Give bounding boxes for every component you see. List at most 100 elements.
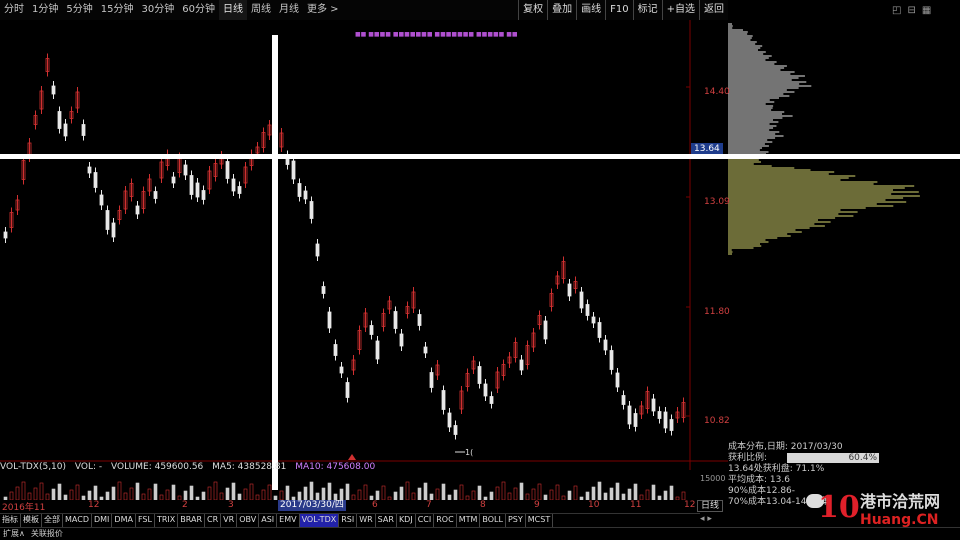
y-tick-2: 13.09 (704, 197, 730, 207)
bottom-tab-0[interactable]: 扩展∧ (0, 528, 28, 540)
info-win-value: 60.4% (787, 453, 880, 463)
grid-icon[interactable]: ▦ (922, 5, 931, 16)
indicator-tab-15[interactable]: RSI (339, 514, 358, 527)
indicator-tab-16[interactable]: WR (357, 514, 376, 527)
indicator-tab-17[interactable]: SAR (376, 514, 397, 527)
indicator-tab-24[interactable]: MCST (526, 514, 554, 527)
volume-bar (33, 487, 38, 500)
tool-button-0[interactable]: 复权 (518, 0, 547, 20)
watermark-name: 港市洽荒网 (860, 492, 941, 511)
volume-bar (327, 482, 332, 500)
low-marker: 1( (465, 448, 473, 457)
candle-body (441, 390, 446, 410)
candle-body (393, 311, 398, 329)
bottom-tab-1[interactable]: 关联报价 (28, 528, 66, 540)
indicator-tab-9[interactable]: CR (205, 514, 222, 527)
tool-button-4[interactable]: 标记 (632, 0, 662, 20)
tool-button-5[interactable]: +自选 (661, 0, 699, 20)
chart-bg (0, 20, 728, 470)
volume-bar (123, 492, 128, 500)
indicator-tab-18[interactable]: KDJ (397, 514, 416, 527)
indicator-tab-0[interactable]: 指标 (0, 514, 21, 527)
day-line-button[interactable]: 日线 (697, 500, 724, 512)
info-title: 成本分布,日期: 2017/03/30 (728, 442, 843, 452)
indicator-tab-11[interactable]: OBV (237, 514, 260, 527)
indicator-tab-5[interactable]: DMA (112, 514, 136, 527)
candle-body (627, 405, 632, 425)
period-2[interactable]: 5分钟 (62, 0, 96, 20)
tool-button-6[interactable]: 返回 (699, 0, 728, 20)
indicator-tab-19[interactable]: CCI (416, 514, 435, 527)
period-toolbar: 分时 1分钟 5分钟 15分钟 30分钟 60分钟 日线 周线 月线 更多 > 复权 叠加 画线 F10… (0, 0, 728, 21)
period-7[interactable]: 周线 (247, 0, 275, 20)
x-label-10: 12 (684, 500, 696, 510)
volume-axis-value: 15000 (700, 474, 726, 483)
candle-body (183, 164, 188, 176)
restore-icon[interactable]: ◰ (892, 5, 901, 16)
volume-bar (669, 485, 674, 500)
indicator-tab-10[interactable]: VR (221, 514, 238, 527)
volume-bar (537, 483, 542, 500)
volume-bar (597, 481, 602, 500)
candle-body (87, 166, 92, 174)
volume-bar (501, 481, 506, 500)
period-4[interactable]: 30分钟 (137, 0, 178, 20)
x-label-7: 9 (534, 500, 540, 510)
period-3[interactable]: 15分钟 (97, 0, 138, 20)
volume-bar (105, 491, 110, 500)
volume-bar (453, 489, 458, 500)
candle-body (447, 412, 452, 428)
volume-ma5: MA5: 438528.81 (212, 462, 287, 472)
info-win-row: 获利比例: 60.4% (728, 453, 960, 464)
tool-button-1[interactable]: 叠加 (547, 0, 576, 20)
candle-body (543, 320, 548, 340)
indicator-tab-1[interactable]: 模板 (21, 514, 42, 527)
x-label-3: 3 (228, 500, 234, 510)
indicator-tab-8[interactable]: BRAR (178, 514, 206, 527)
indicator-tabs: 指标 模板 全部 MACD DMI DMA FSL TRIX BRAR CR VR OBV ASI EMV… (0, 513, 700, 527)
volume-chart[interactable] (0, 474, 690, 500)
candle-body (303, 190, 308, 200)
volume-bar (267, 484, 272, 500)
volume-bar (381, 485, 386, 500)
volume-bar (423, 482, 428, 500)
period-0[interactable]: 分时 (0, 0, 28, 20)
period-9[interactable]: 更多 > (303, 0, 343, 20)
period-8[interactable]: 月线 (275, 0, 303, 20)
indicator-tab-20[interactable]: ROC (434, 514, 457, 527)
indicator-tab-14[interactable]: VOL-TDX (299, 514, 340, 527)
candle-body (669, 419, 674, 431)
volume-ma10: MA10: 475608.00 (295, 462, 376, 472)
indicator-tab-4[interactable]: DMI (92, 514, 113, 527)
period-1[interactable]: 1分钟 (28, 0, 62, 20)
period-5[interactable]: 60分钟 (178, 0, 219, 20)
period-6[interactable]: 日线 (218, 0, 247, 20)
candlestick-chart[interactable]: ■■ ■■■■ ■■■■■■■ ■■■■■■■ ■■■■■ ■■ 1( (0, 20, 728, 470)
split-icon[interactable]: ⊟ (907, 5, 915, 16)
indicator-tab-2[interactable]: 全部 (42, 514, 63, 527)
indicator-tab-13[interactable]: EMV (277, 514, 300, 527)
tab-nav-arrows[interactable]: ◂ ▸ (700, 514, 712, 524)
volume-indicator-label: VOL-TDX(5,10) (0, 462, 67, 472)
indicator-tab-7[interactable]: TRIX (155, 514, 179, 527)
candle-body (615, 372, 620, 388)
candle-body (81, 124, 86, 136)
indicator-tab-3[interactable]: MACD (63, 514, 92, 527)
indicator-tab-12[interactable]: ASI (259, 514, 278, 527)
volume-bar (363, 484, 368, 500)
volume-bar (651, 484, 656, 500)
tool-button-3[interactable]: F10 (605, 0, 632, 20)
volume-bar (165, 489, 170, 500)
candle-body (189, 175, 194, 195)
right-tool-group: 复权 叠加 画线 F10 标记 +自选 返回 (518, 0, 728, 20)
indicator-tab-23[interactable]: PSY (506, 514, 526, 527)
volume-bar (585, 491, 590, 500)
indicator-tab-21[interactable]: MTM (457, 514, 481, 527)
indicator-tab-22[interactable]: BOLL (480, 514, 506, 527)
volume-bar (75, 484, 80, 500)
tool-button-2[interactable]: 画线 (576, 0, 605, 20)
candle-body (567, 283, 572, 297)
candle-body (111, 222, 116, 238)
volume-bar (357, 489, 362, 500)
indicator-tab-6[interactable]: FSL (136, 514, 155, 527)
